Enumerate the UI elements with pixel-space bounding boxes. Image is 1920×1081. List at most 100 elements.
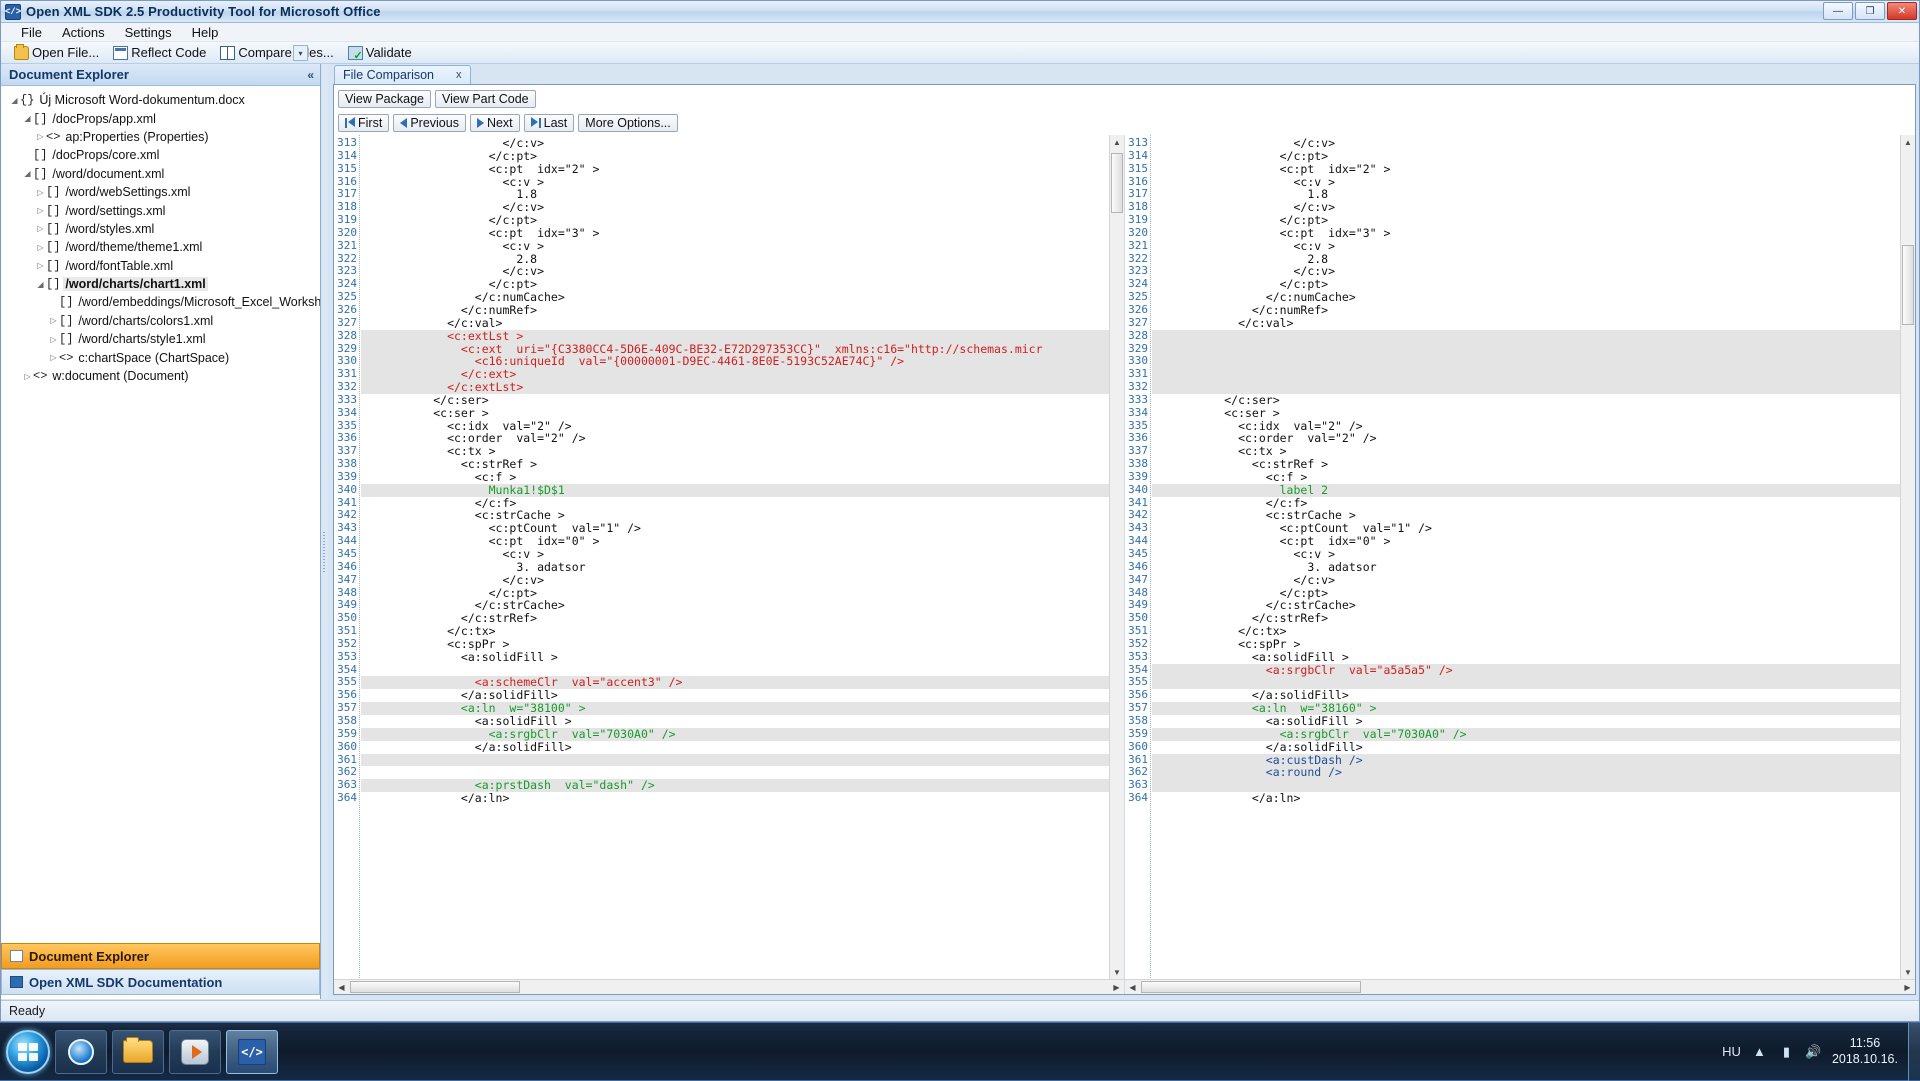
code-line[interactable]: </c:ser> [1152, 394, 1915, 407]
show-desktop-button[interactable] [1908, 1023, 1920, 1081]
left-code-body[interactable]: </c:v> </c:pt> <c:pt idx="2" > <c:v > 1.… [361, 135, 1124, 994]
left-scroll-thumb[interactable] [1111, 153, 1123, 213]
code-line[interactable]: </c:v> [361, 574, 1124, 587]
tab-file-comparison[interactable]: File Comparison x [334, 65, 471, 84]
code-line[interactable]: label 2 [1152, 484, 1915, 497]
minimize-button[interactable]: — [1823, 2, 1853, 20]
expand-arrow-icon[interactable]: ▷ [48, 335, 59, 344]
code-line[interactable]: <a:round /> [1152, 766, 1915, 779]
code-line[interactable]: Munka1!$D$1 [361, 484, 1124, 497]
code-line[interactable]: <c:f > [1152, 471, 1915, 484]
tree-item[interactable]: ▷[]/word/charts/colors1.xml [1, 312, 320, 330]
menu-item-help[interactable]: Help [182, 24, 229, 41]
scroll-down-icon[interactable]: ▼ [1901, 965, 1915, 980]
expand-arrow-icon[interactable]: ▷ [48, 316, 59, 325]
dock-tab-document-explorer[interactable]: Document Explorer [1, 943, 320, 969]
code-line[interactable]: </c:v> [1152, 137, 1915, 150]
code-line[interactable]: </c:numRef> [1152, 304, 1915, 317]
expand-arrow-icon[interactable]: ▷ [22, 372, 33, 381]
code-line[interactable]: <c:v > [1152, 240, 1915, 253]
code-line[interactable]: 3. adatsor [1152, 561, 1915, 574]
code-line[interactable]: <c:ser > [1152, 407, 1915, 420]
show-hidden-icons-icon[interactable]: ▲ [1751, 1043, 1768, 1060]
code-line[interactable] [1152, 343, 1915, 356]
view-part-code-button[interactable]: View Part Code [435, 90, 536, 108]
code-line[interactable]: </a:ln> [1152, 792, 1915, 805]
right-scroll-thumb[interactable] [1902, 245, 1914, 325]
tree-item[interactable]: ▷[]/word/styles.xml [1, 220, 320, 238]
code-line[interactable]: <a:srgbClr val="7030A0" /> [1152, 728, 1915, 741]
tree-item[interactable]: ◢{}Új Microsoft Word-dokumentum.docx [1, 91, 320, 109]
right-horizontal-scrollbar[interactable]: ◀ ▶ [1125, 979, 1915, 994]
collapse-panel-icon[interactable]: « [307, 68, 314, 82]
scroll-down-icon[interactable]: ▼ [1110, 965, 1124, 980]
taskbar-item-media-player[interactable] [169, 1030, 221, 1074]
compare-files-button[interactable]: Compare Files... [213, 43, 340, 63]
tree-item[interactable]: ▷[]/word/charts/style1.xml [1, 330, 320, 348]
code-line[interactable]: </c:ser> [361, 394, 1124, 407]
left-horizontal-scrollbar[interactable]: ◀ ▶ [334, 979, 1124, 994]
collapse-arrow-icon[interactable]: ◢ [35, 280, 46, 289]
dock-tab-documentation[interactable]: Open XML SDK Documentation [1, 969, 320, 995]
right-code-body[interactable]: </c:v> </c:pt> <c:pt idx="2" > <c:v > 1.… [1152, 135, 1915, 994]
code-line[interactable] [1152, 381, 1915, 394]
previous-button[interactable]: Previous [393, 114, 466, 132]
code-line[interactable]: <c:v > [361, 548, 1124, 561]
code-line[interactable]: <a:srgbClr val="a5a5a5" /> [1152, 664, 1915, 677]
menu-item-actions[interactable]: Actions [52, 24, 115, 41]
maximize-button[interactable]: ❐ [1855, 2, 1885, 20]
code-line[interactable]: <c:f > [361, 471, 1124, 484]
tree-item[interactable]: ▷[]/word/settings.xml [1, 201, 320, 219]
toolbar-overflow-button[interactable]: ▾ [293, 45, 308, 61]
expand-arrow-icon[interactable]: ▷ [35, 224, 46, 233]
code-line[interactable]: </a:solidFill> [361, 741, 1124, 754]
start-button[interactable] [6, 1030, 50, 1074]
scroll-left-icon[interactable]: ◀ [1125, 980, 1140, 994]
collapse-arrow-icon[interactable]: ◢ [22, 114, 33, 123]
menu-item-settings[interactable]: Settings [115, 24, 182, 41]
document-tree[interactable]: ◢{}Új Microsoft Word-dokumentum.docx◢[]/… [1, 86, 320, 943]
right-hscroll-thumb[interactable] [1141, 981, 1361, 993]
code-line[interactable]: </c:extLst> [361, 381, 1124, 394]
code-line[interactable] [361, 754, 1124, 767]
scroll-up-icon[interactable]: ▲ [1110, 135, 1124, 150]
validate-button[interactable]: Validate [341, 43, 419, 63]
code-line[interactable]: <c:spPr > [361, 638, 1124, 651]
panel-splitter[interactable] [321, 64, 328, 999]
scroll-left-icon[interactable]: ◀ [334, 980, 349, 994]
left-code-pane[interactable]: 3133143153163173183193203213223233243253… [334, 135, 1125, 994]
menu-item-file[interactable]: File [11, 24, 52, 41]
code-line[interactable]: <c:ser > [361, 407, 1124, 420]
code-line[interactable]: </a:solidFill> [1152, 741, 1915, 754]
expand-arrow-icon[interactable]: ▷ [35, 132, 46, 141]
code-line[interactable]: <c:v > [1152, 548, 1915, 561]
code-line[interactable]: </c:tx> [1152, 625, 1915, 638]
expand-arrow-icon[interactable]: ▷ [35, 206, 46, 215]
tree-item[interactable]: ▷<>ap:Properties (Properties) [1, 128, 320, 146]
code-line[interactable] [1152, 355, 1915, 368]
code-line[interactable]: </a:ln> [361, 792, 1124, 805]
code-line[interactable]: </c:val> [361, 317, 1124, 330]
right-vertical-scrollbar[interactable]: ▲ ▼ [1900, 135, 1915, 980]
clock[interactable]: 11:56 2018.10.16. [1832, 1036, 1898, 1067]
expand-arrow-icon[interactable]: ▷ [48, 353, 59, 362]
code-line[interactable]: </c:v> [361, 137, 1124, 150]
code-line[interactable]: 3. adatsor [361, 561, 1124, 574]
tree-item[interactable]: []/word/embeddings/Microsoft_Excel_Works… [1, 293, 320, 311]
code-line[interactable]: </c:val> [1152, 317, 1915, 330]
tree-item[interactable]: ◢[]/word/charts/chart1.xml [1, 275, 320, 293]
code-line[interactable]: </c:pt> [361, 214, 1124, 227]
code-line[interactable]: <a:solidFill > [361, 651, 1124, 664]
close-icon[interactable]: x [456, 69, 462, 81]
code-line[interactable]: <c:spPr > [1152, 638, 1915, 651]
last-button[interactable]: Last [524, 114, 575, 132]
code-line[interactable]: <a:solidFill > [1152, 651, 1915, 664]
code-line[interactable]: <c:v > [361, 240, 1124, 253]
tree-item[interactable]: ▷[]/word/fontTable.xml [1, 257, 320, 275]
code-line[interactable]: </c:pt> [1152, 150, 1915, 163]
first-button[interactable]: First [338, 114, 389, 132]
code-line[interactable]: <a:solidFill > [1152, 715, 1915, 728]
code-line[interactable]: <a:srgbClr val="7030A0" /> [361, 728, 1124, 741]
more-options-button[interactable]: More Options... [578, 114, 677, 132]
code-line[interactable]: </c:pt> [361, 150, 1124, 163]
